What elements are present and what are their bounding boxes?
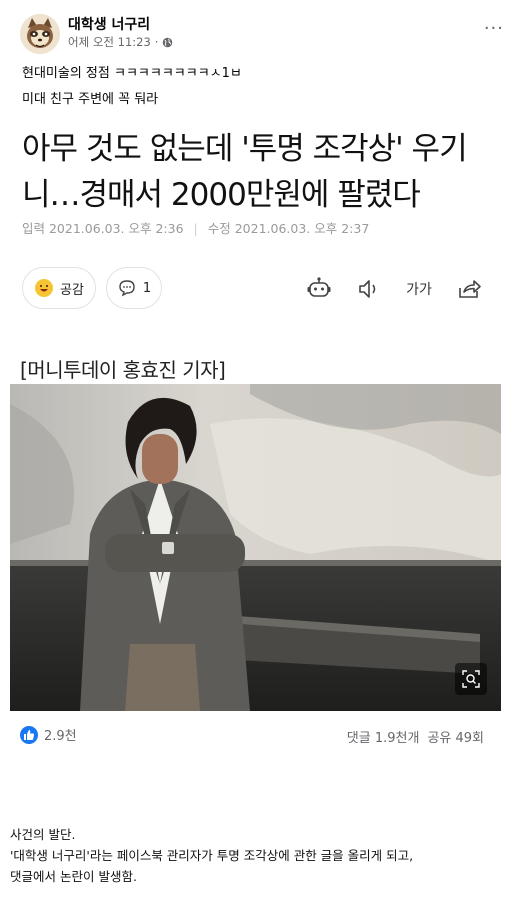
published-date: 입력 2021.06.03. 오후 2:36 [22,221,184,236]
post-meta: 어제 오전 11:23 · [68,34,173,50]
like-count-value: 2.9천 [44,729,77,744]
share-button[interactable] [455,275,483,303]
engagement-counts: 댓글 1.9천개 공유 49회 [347,727,484,746]
read-aloud-button[interactable] [355,275,383,303]
like-thumb-icon [20,725,38,744]
article-dates: 입력 2021.06.03. 오후 2:36 | 수정 2021.06.03. … [22,218,369,237]
post-header: 대학생 너구리 어제 오전 11:23 · ··· [16,12,516,56]
shares-count[interactable]: 공유 49회 [427,727,484,746]
zoom-icon [462,670,480,688]
zoom-button[interactable] [455,663,487,695]
article-headline: 아무 것도 없는데 '투명 조각상' 우기 니…경매서 2000만원에 팔렸다 [22,126,492,218]
description-line-3: 댓글에서 논란이 발생함. [10,869,137,884]
artist-photo-image [10,384,501,711]
description-line-1: 사건의 발단. [10,827,76,842]
more-options-button[interactable]: ··· [484,18,504,39]
comment-bubble-icon [119,280,135,297]
empathy-label: 공감 [60,282,84,298]
avatar[interactable] [20,14,60,54]
comment-count: 1 [142,280,152,296]
meta-dot: · [154,35,159,49]
modified-date: 수정 2021.06.03. 오후 2:37 [207,221,370,236]
smile-emoji-icon [35,279,54,297]
article-photo[interactable] [10,384,501,711]
description-line-2: '대학생 너구리'라는 페이스북 관리자가 투명 조각상에 관한 글을 올리게 … [10,848,414,863]
caption-line-2: 미대 친구 주변에 꼭 둬라 [22,92,159,107]
post-time[interactable]: 어제 오전 11:23 [68,34,151,50]
byline: [머니투데이 홍효진 기자] [20,358,226,382]
like-count[interactable]: 2.9천 [20,725,77,744]
page-name[interactable]: 대학생 너구리 [68,14,150,34]
headline-line-1: 아무 것도 없는데 '투명 조각상' 우기 [22,131,468,167]
globe-icon [163,37,173,47]
article-screenshot[interactable]: 아무 것도 없는데 '투명 조각상' 우기 니…경매서 2000만원에 팔렸다 … [10,112,501,712]
description-text: 사건의 발단. '대학생 너구리'라는 페이스북 관리자가 투명 조각상에 관한… [10,824,525,887]
font-size-button[interactable]: 가가 [405,275,433,303]
date-separator: | [193,221,198,236]
reactions-bar: 2.9천 댓글 1.9천개 공유 49회 [20,725,492,749]
robot-icon [307,277,331,297]
caption-line-1: 현대미술의 정점 ㅋㅋㅋㅋㅋㅋㅋㅋㅅ1ㅂ [22,66,242,81]
share-icon [459,280,481,298]
empathy-button[interactable]: 공감 [22,267,96,309]
headline-line-2: 니…경매서 2000만원에 팔렸다 [22,177,421,213]
comment-button[interactable]: 1 [106,267,162,309]
comments-count[interactable]: 댓글 1.9천개 [347,727,420,746]
speaker-icon [359,280,376,298]
summary-bot-button[interactable] [305,275,333,303]
